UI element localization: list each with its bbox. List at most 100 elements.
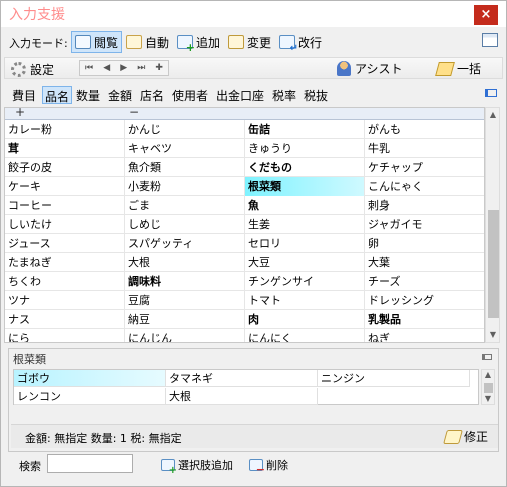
grid-cell[interactable]: きゅうり bbox=[245, 139, 365, 158]
grid-cell[interactable]: にんじん bbox=[125, 329, 245, 342]
tab-item-name[interactable]: 品名 bbox=[42, 86, 73, 104]
grid-cell[interactable]: ドレッシング bbox=[365, 291, 484, 310]
tab-tax-excluded[interactable]: 税抜 bbox=[302, 86, 330, 104]
grid-cell[interactable]: カレー粉 bbox=[5, 120, 125, 139]
mode-add-button[interactable]: 追加 bbox=[173, 31, 224, 54]
grid-cell[interactable]: ジュース bbox=[5, 234, 125, 253]
grid-cell[interactable]: 缶詰 bbox=[245, 120, 365, 139]
grid-cell[interactable]: 魚 bbox=[245, 196, 365, 215]
grid-cell[interactable]: ねぎ bbox=[365, 329, 484, 342]
assist-button[interactable]: アシスト bbox=[337, 60, 403, 77]
sub-pin-icon[interactable] bbox=[482, 354, 492, 360]
grid-cell[interactable]: 肉 bbox=[245, 310, 365, 329]
settings-toolbar: 設定 ⏮ ◀ ▶ ⏭ ✚ アシスト 一括 bbox=[4, 57, 503, 79]
scroll-up-icon[interactable]: ▲ bbox=[488, 110, 498, 120]
grid-cell[interactable]: 乳製品 bbox=[365, 310, 484, 329]
pin-icon[interactable] bbox=[485, 89, 497, 97]
gear-icon bbox=[11, 62, 26, 77]
grid-cell[interactable]: 大豆 bbox=[245, 253, 365, 272]
mode-toolbar: 入力モード: 閲覧 自動 追加 変更 改行 bbox=[1, 29, 506, 55]
grid-cell[interactable]: ツナ bbox=[5, 291, 125, 310]
sub-scroll-up-icon[interactable]: ▲ bbox=[483, 370, 493, 380]
subcategory-item[interactable]: ニンジン bbox=[318, 370, 470, 387]
subcategory-item[interactable]: ゴボウ bbox=[14, 370, 166, 387]
batch-button[interactable]: 一括 bbox=[435, 60, 481, 77]
subcategory-item[interactable]: レンコン bbox=[14, 388, 166, 405]
delete-button[interactable]: 削除 bbox=[249, 457, 288, 476]
grid-cell[interactable]: かんじ bbox=[125, 120, 245, 139]
grid-cell[interactable]: ケチャップ bbox=[365, 158, 484, 177]
grid-cell[interactable]: がんも bbox=[365, 120, 484, 139]
search-input[interactable] bbox=[47, 454, 133, 473]
grid-cell[interactable]: セロリ bbox=[245, 234, 365, 253]
tab-tax-rate[interactable]: 税率 bbox=[270, 86, 298, 104]
grid-cell[interactable]: 大葉 bbox=[365, 253, 484, 272]
tab-store-name[interactable]: 店名 bbox=[138, 86, 166, 104]
grid-cell[interactable]: チーズ bbox=[365, 272, 484, 291]
grid-cell[interactable]: しいたけ bbox=[5, 215, 125, 234]
mode-browse-button[interactable]: 閲覧 bbox=[71, 31, 123, 53]
sub-scroll-down-icon[interactable]: ▼ bbox=[483, 394, 493, 404]
grid-cell[interactable]: ちくわ bbox=[5, 272, 125, 291]
last-record-icon[interactable]: ⏭ bbox=[137, 63, 145, 73]
grid-cell[interactable]: チンゲンサイ bbox=[245, 272, 365, 291]
edit-button[interactable]: 修正 bbox=[443, 428, 488, 445]
grid-cell[interactable]: 小麦粉 bbox=[125, 177, 245, 196]
grid-cell[interactable]: ケーキ bbox=[5, 177, 125, 196]
grid-cell[interactable]: 豆腐 bbox=[125, 291, 245, 310]
grid-cell[interactable]: ジャガイモ bbox=[365, 215, 484, 234]
mode-auto-button[interactable]: 自動 bbox=[122, 31, 173, 53]
grid-cell[interactable]: 刺身 bbox=[365, 196, 484, 215]
grid-cell[interactable]: 大根 bbox=[125, 253, 245, 272]
restore-window-icon[interactable] bbox=[482, 33, 498, 47]
mode-browse-label: 閲覧 bbox=[94, 35, 119, 50]
new-record-icon[interactable]: ✚ bbox=[155, 63, 163, 73]
tab-withdrawal-account[interactable]: 出金口座 bbox=[214, 86, 266, 104]
grid-cell[interactable]: 納豆 bbox=[125, 310, 245, 329]
grid-cell[interactable]: 卵 bbox=[365, 234, 484, 253]
grid-cell[interactable]: ごま bbox=[125, 196, 245, 215]
tab-quantity[interactable]: 数量 bbox=[74, 86, 102, 104]
tab-user[interactable]: 使用者 bbox=[170, 86, 210, 104]
grid-cell[interactable]: スパゲッティ bbox=[125, 234, 245, 253]
grid-cell[interactable]: 餃子の皮 bbox=[5, 158, 125, 177]
grid-cell[interactable]: 根菜類 bbox=[245, 177, 365, 196]
sub-scroll-thumb[interactable] bbox=[484, 383, 493, 393]
grid-cell[interactable]: ナス bbox=[5, 310, 125, 329]
next-record-icon[interactable]: ▶ bbox=[120, 63, 127, 73]
add-option-button[interactable]: 選択肢追加 bbox=[161, 457, 233, 476]
grid-cell[interactable]: 調味料 bbox=[125, 272, 245, 291]
grid-cell[interactable]: にら bbox=[5, 329, 125, 342]
person-icon bbox=[337, 61, 351, 76]
tab-expense-category[interactable]: 費目 bbox=[10, 86, 38, 104]
collapse-toggle[interactable]: − bbox=[129, 108, 139, 119]
subcategory-item[interactable]: 大根 bbox=[166, 388, 318, 405]
settings-button[interactable]: 設定 bbox=[11, 61, 54, 78]
subcategory-scrollbar[interactable]: ▲ ▼ bbox=[481, 369, 495, 405]
scroll-thumb[interactable] bbox=[488, 210, 499, 318]
tab-amount[interactable]: 金額 bbox=[106, 86, 134, 104]
expand-toggle[interactable]: + bbox=[15, 108, 25, 119]
scroll-down-icon[interactable]: ▼ bbox=[488, 330, 498, 340]
grid-cell[interactable]: コーヒー bbox=[5, 196, 125, 215]
mode-change-label: 変更 bbox=[247, 35, 272, 50]
grid-cell[interactable]: くだもの bbox=[245, 158, 365, 177]
grid-cell[interactable]: たまねぎ bbox=[5, 253, 125, 272]
prev-record-icon[interactable]: ◀ bbox=[103, 63, 110, 73]
mode-newline-button[interactable]: 改行 bbox=[275, 31, 326, 54]
grid-cell[interactable]: しめじ bbox=[125, 215, 245, 234]
grid-cell[interactable]: にんにく bbox=[245, 329, 365, 342]
grid-cell[interactable]: キャベツ bbox=[125, 139, 245, 158]
subcategory-item[interactable]: タマネギ bbox=[166, 370, 318, 387]
first-record-icon[interactable]: ⏮ bbox=[85, 63, 93, 73]
grid-cell[interactable]: 魚介類 bbox=[125, 158, 245, 177]
close-button[interactable]: × bbox=[474, 5, 498, 25]
grid-cell[interactable]: トマト bbox=[245, 291, 365, 310]
grid-cell[interactable]: 牛乳 bbox=[365, 139, 484, 158]
grid-cell[interactable]: こんにゃく bbox=[365, 177, 484, 196]
add-option-icon bbox=[161, 459, 177, 476]
mode-change-button[interactable]: 変更 bbox=[224, 31, 275, 53]
grid-cell[interactable]: 生姜 bbox=[245, 215, 365, 234]
grid-vertical-scrollbar[interactable]: ▲ ▼ bbox=[485, 107, 500, 343]
grid-cell[interactable]: 茸 bbox=[5, 139, 125, 158]
